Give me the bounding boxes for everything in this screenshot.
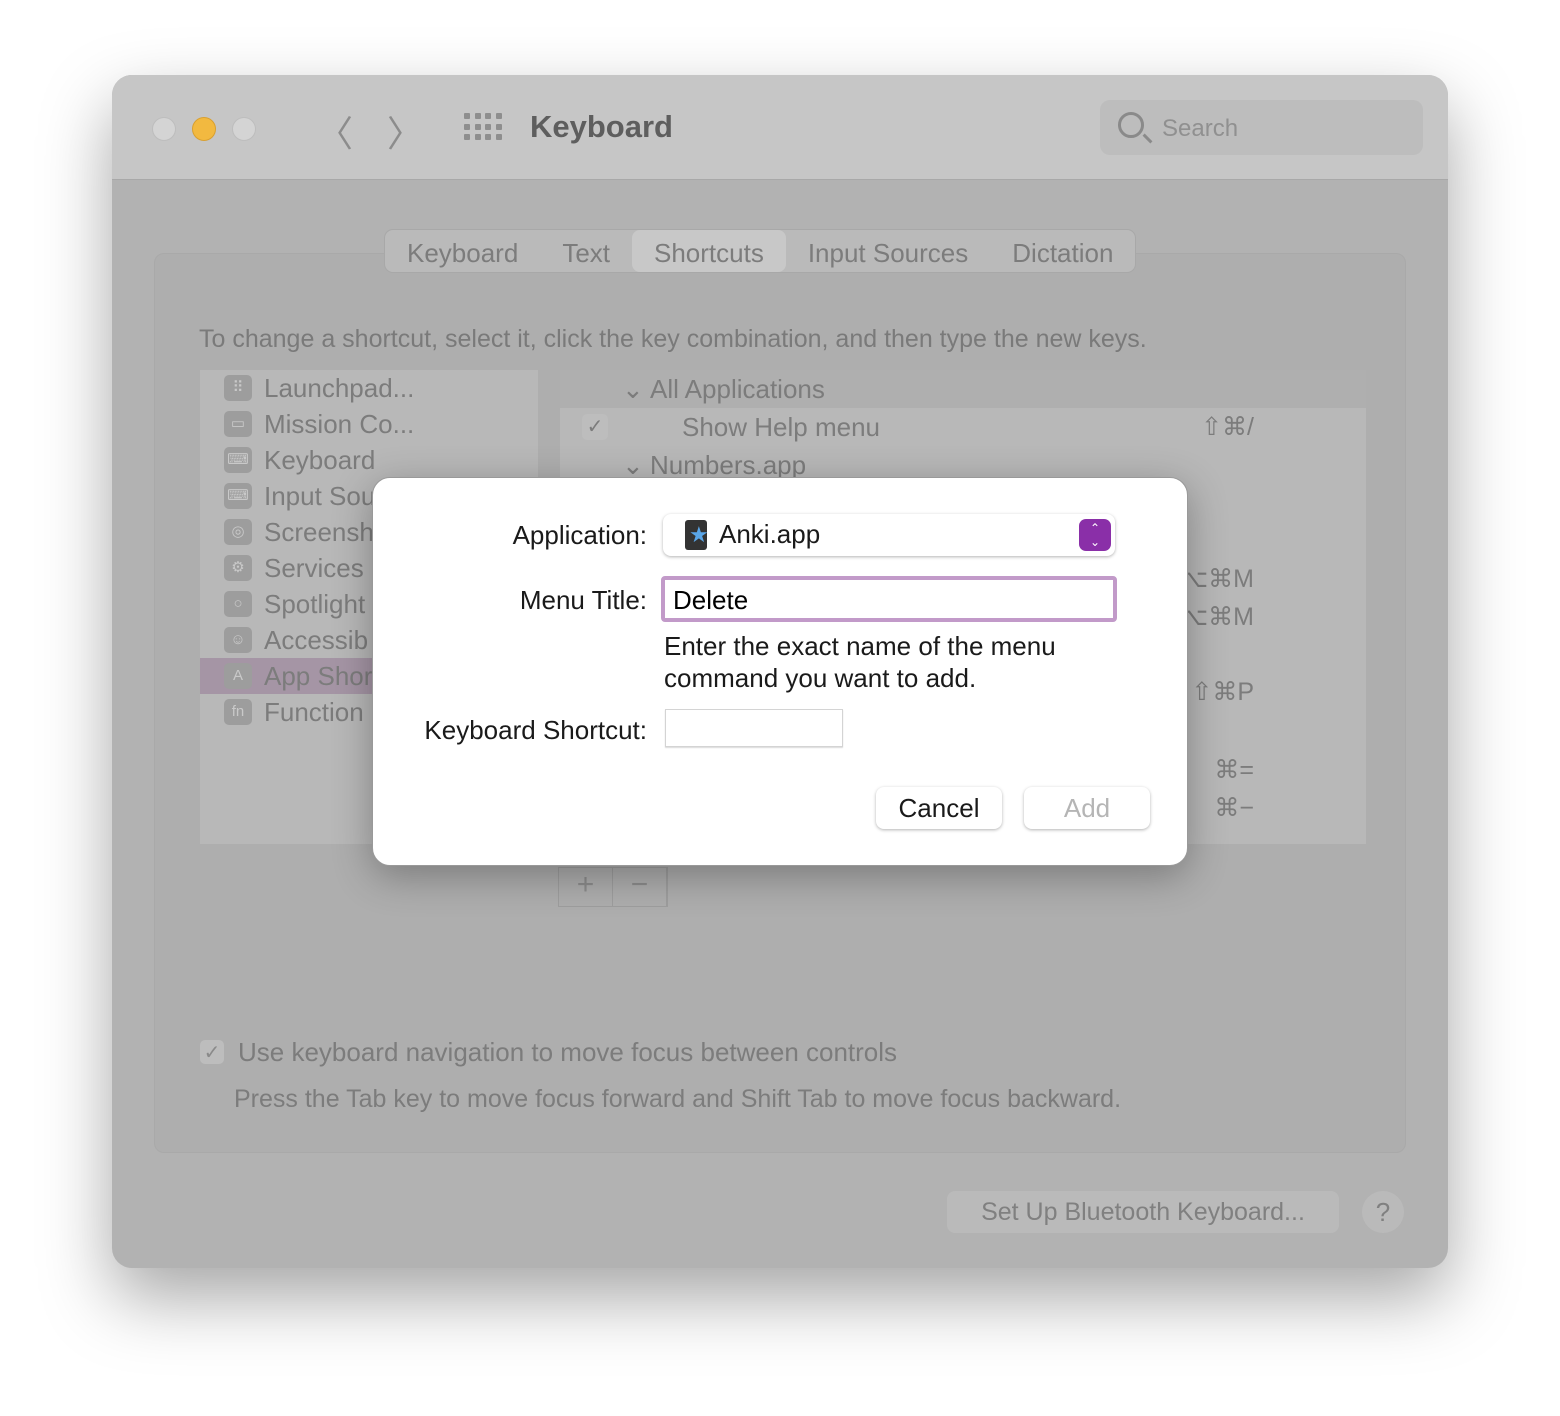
- sidebar-item[interactable]: ⌨ Keyboard: [200, 442, 538, 478]
- application-label: Application:: [512, 520, 647, 550]
- hint-line: Enter the exact name of the menu: [664, 631, 1056, 661]
- remove-shortcut-button[interactable]: −: [613, 868, 667, 906]
- sidebar-item-label: Spotlight: [264, 588, 366, 619]
- input-sources-icon: ⌨: [224, 483, 252, 509]
- tab-text[interactable]: Text: [540, 230, 632, 272]
- sidebar-item-label: Function: [264, 696, 364, 727]
- tab-input-sources[interactable]: Input Sources: [786, 230, 990, 272]
- sidebar-item-label: Mission Co...: [264, 408, 415, 439]
- shortcut-key: ⇧⌘P: [1191, 678, 1254, 706]
- enabled-checkbox[interactable]: ✓: [582, 414, 608, 440]
- group-row[interactable]: ⌄ All Applications: [560, 370, 1366, 408]
- sidebar-item[interactable]: ▭ Mission Co...: [200, 406, 538, 442]
- menu-title-label: Menu Title:: [519, 585, 647, 615]
- search-field[interactable]: Search: [1100, 100, 1423, 155]
- screenshot-icon: ◎: [224, 519, 252, 545]
- gear-icon: ⚙: [224, 555, 252, 581]
- add-remove-control: + −: [558, 867, 668, 907]
- shortcut-label: Show Help menu: [682, 412, 880, 442]
- cancel-button[interactable]: Cancel: [876, 787, 1002, 829]
- sidebar-item-label: Keyboard: [264, 444, 376, 475]
- application-value: Anki.app: [719, 519, 821, 549]
- search-icon: [1118, 112, 1144, 138]
- popup-stepper-icon: ⌃ ⌄: [1079, 519, 1111, 551]
- sidebar-item-label: Accessib: [264, 624, 369, 655]
- menu-title-input[interactable]: Delete: [661, 576, 1117, 622]
- keyboard-nav-checkbox[interactable]: ✓: [200, 1040, 224, 1064]
- app-store-icon: A: [224, 663, 252, 689]
- shortcut-key: ⌥⌘M: [1179, 603, 1254, 631]
- show-all-grid-icon[interactable]: [464, 113, 502, 141]
- title-bar: 〈 〉 Keyboard Search: [112, 75, 1448, 180]
- group-label: All Applications: [650, 374, 825, 404]
- sidebar-item[interactable]: ⠿ Launchpad...: [200, 370, 538, 406]
- keyboard-shortcut-field[interactable]: [665, 709, 843, 747]
- shortcut-key: ⌘−: [1214, 794, 1254, 822]
- forward-chevron-icon[interactable]: 〉: [387, 105, 423, 157]
- add-shortcut-button[interactable]: +: [559, 868, 613, 906]
- sidebar-item-label: Services: [264, 552, 364, 583]
- magnifier-icon: ○: [224, 591, 252, 617]
- tab-bar: Keyboard Text Shortcuts Input Sources Di…: [384, 229, 1137, 273]
- launchpad-icon: ⠿: [224, 375, 252, 401]
- tab-shortcuts[interactable]: Shortcuts: [632, 230, 786, 272]
- sidebar-item-label: Screensh: [264, 516, 374, 547]
- shortcut-row[interactable]: ✓ Show Help menu ⇧⌘/: [560, 408, 1366, 446]
- help-button[interactable]: ?: [1362, 1191, 1404, 1233]
- window-title: Keyboard: [530, 109, 673, 144]
- zoom-button[interactable]: [232, 117, 256, 141]
- keyboard-icon: ⌨: [224, 447, 252, 473]
- close-button[interactable]: [152, 117, 176, 141]
- bluetooth-keyboard-button[interactable]: Set Up Bluetooth Keyboard...: [947, 1191, 1339, 1233]
- back-chevron-icon[interactable]: 〈: [317, 105, 353, 157]
- hint-line: command you want to add.: [664, 663, 977, 693]
- minimize-button[interactable]: [192, 117, 216, 141]
- shortcut-key: ⌥⌘M: [1179, 565, 1254, 593]
- application-popup[interactable]: Anki.app ⌃⌄: [663, 514, 1115, 556]
- anki-app-icon: [685, 520, 709, 550]
- keyboard-nav-description: Press the Tab key to move focus forward …: [234, 1085, 1122, 1113]
- shortcut-key: ⌘=: [1214, 756, 1254, 784]
- tab-keyboard[interactable]: Keyboard: [385, 230, 540, 272]
- keyboard-shortcut-label: Keyboard Shortcut:: [424, 715, 647, 745]
- mission-control-icon: ▭: [224, 411, 252, 437]
- fn-icon: fn: [224, 699, 252, 725]
- menu-title-hint: Enter the exact name of the menu command …: [664, 630, 1056, 694]
- search-placeholder: Search: [1162, 115, 1239, 142]
- add-button[interactable]: Add: [1024, 787, 1150, 829]
- tab-dictation[interactable]: Dictation: [990, 230, 1135, 272]
- keyboard-nav-label: Use keyboard navigation to move focus be…: [238, 1037, 898, 1067]
- shortcut-key[interactable]: ⇧⌘/: [1201, 412, 1254, 442]
- add-shortcut-dialog: Application: Anki.app ⌃⌄ Menu Title: Del…: [372, 477, 1188, 866]
- accessibility-icon: ☺: [224, 627, 252, 653]
- sidebar-item-label: Launchpad...: [264, 372, 415, 403]
- instructions-text: To change a shortcut, select it, click t…: [199, 325, 1147, 353]
- sidebar-item-label: App Shor: [264, 660, 373, 691]
- sidebar-item-label: Input Sou: [264, 480, 376, 511]
